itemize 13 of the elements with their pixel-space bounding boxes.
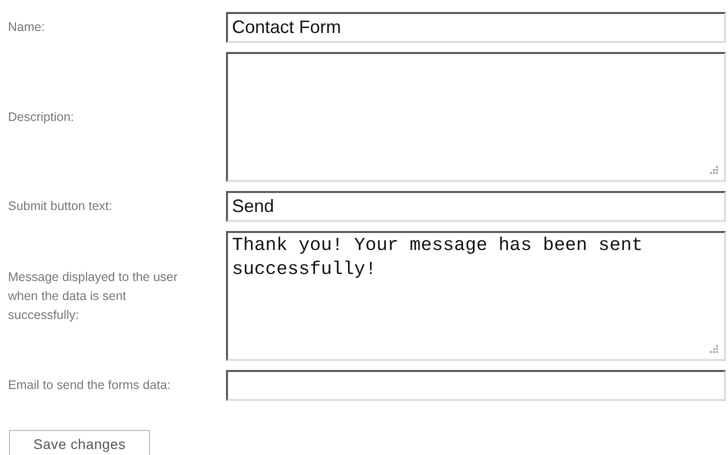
field-label: Submit button text: <box>7 198 114 215</box>
text-area[interactable] <box>226 52 726 182</box>
text-field[interactable] <box>226 370 726 401</box>
text-field[interactable]: Contact Form <box>226 12 726 43</box>
field-label: Email to send the forms data: <box>7 377 172 394</box>
field-label: Description: <box>7 108 75 126</box>
field-label: Name: <box>7 19 46 36</box>
save-button[interactable]: Save changes <box>9 430 150 455</box>
resize-grip-icon[interactable] <box>709 344 718 353</box>
text-field[interactable]: Send <box>226 191 726 222</box>
resize-grip-icon[interactable] <box>709 165 718 174</box>
field-label: Message displayed to the user when the data is sent successfully: <box>7 268 179 324</box>
text-area[interactable]: Thank you! Your message has been sent successfully! <box>226 231 726 361</box>
